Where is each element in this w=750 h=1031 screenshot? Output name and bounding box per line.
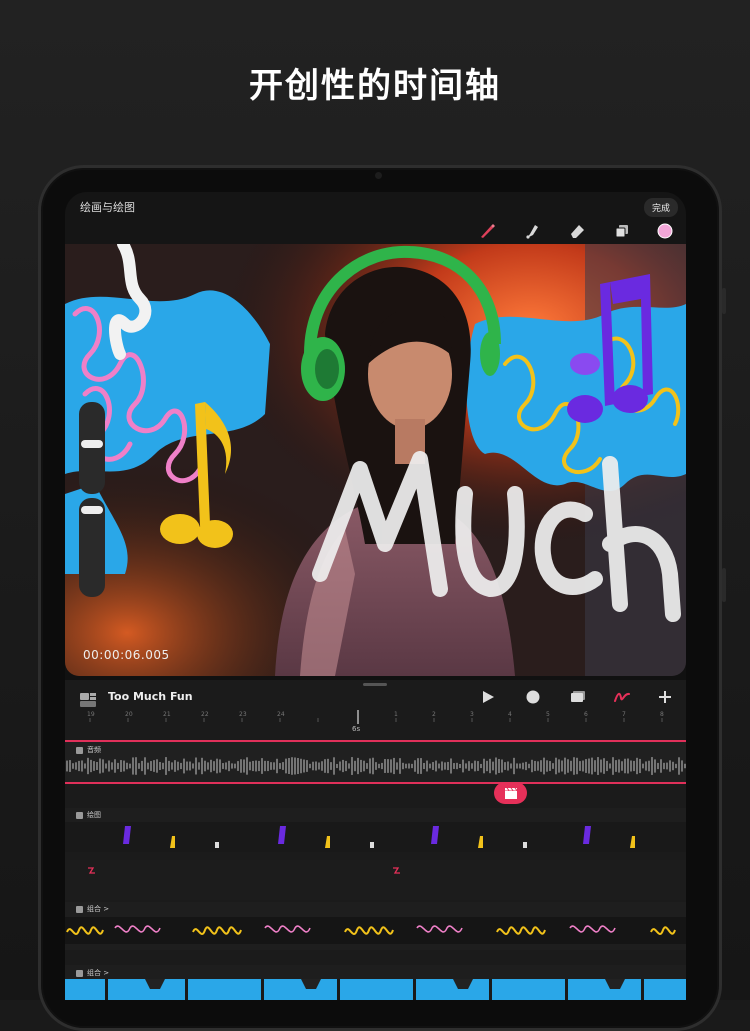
keyframe-track[interactable] <box>65 860 686 900</box>
video-canvas[interactable] <box>65 244 686 676</box>
group-2-label: 组合 > <box>87 969 110 977</box>
group-1-label: 组合 > <box>87 905 110 913</box>
ruler-label: 2 <box>432 711 436 718</box>
drawing-thumbnails <box>65 822 686 852</box>
opacity-slider-knob[interactable] <box>81 506 103 514</box>
volume-button <box>722 288 726 314</box>
group-2-thumbnails <box>65 979 686 1000</box>
ruler-label: 23 <box>239 711 247 718</box>
front-camera <box>375 172 382 179</box>
layers-icon[interactable] <box>613 222 631 240</box>
app-screen: 绘画与绘图 完成 00:00:06.005 Too Much Fun 19 20… <box>65 192 686 1000</box>
ruler-label: 21 <box>163 711 171 718</box>
audio-track-checkbox[interactable] <box>76 747 83 754</box>
smudge-icon[interactable] <box>523 222 541 240</box>
ruler-label: 22 <box>201 711 209 718</box>
volume-button <box>722 568 726 602</box>
ruler-label: 7 <box>622 711 626 718</box>
drawing-track[interactable] <box>65 808 686 852</box>
ruler-label: 3 <box>470 711 474 718</box>
audio-track-border-bottom <box>65 782 686 784</box>
keyframe-markers <box>88 867 400 874</box>
audio-track-label: 音频 <box>87 746 101 754</box>
clips-icon[interactable] <box>569 688 587 706</box>
audio-waveform <box>66 757 686 775</box>
time-ruler[interactable] <box>65 708 686 738</box>
audio-track[interactable] <box>65 742 686 782</box>
project-title: Too Much Fun <box>108 690 193 703</box>
ruler-label: 19 <box>87 711 95 718</box>
add-icon[interactable] <box>656 688 674 706</box>
playhead-time: 6s <box>352 725 361 733</box>
group-track-2[interactable] <box>65 965 686 1000</box>
ruler-label: 4 <box>508 711 512 718</box>
ruler-label: 20 <box>125 711 133 718</box>
draw-icon[interactable] <box>613 688 631 706</box>
drawing-track-checkbox[interactable] <box>76 812 83 819</box>
size-slider-track[interactable] <box>79 402 105 494</box>
ruler-ticks <box>89 710 663 724</box>
group-2-checkbox[interactable] <box>76 970 83 977</box>
group-1-checkbox[interactable] <box>76 906 83 913</box>
canvas-artwork <box>65 244 686 676</box>
record-icon[interactable] <box>524 688 542 706</box>
media-browser-icon[interactable] <box>80 692 96 707</box>
clapperboard-button[interactable] <box>494 782 527 804</box>
eraser-icon[interactable] <box>568 222 586 240</box>
ruler-label: 8 <box>660 711 664 718</box>
brush-size-opacity-sliders[interactable] <box>79 402 105 597</box>
drawing-track-label: 绘图 <box>87 811 101 819</box>
done-button[interactable]: 完成 <box>643 198 678 217</box>
ruler-label: 5 <box>546 711 550 718</box>
app-title: 绘画与绘图 <box>80 201 135 214</box>
brush-icon[interactable] <box>478 222 496 240</box>
group-track-1[interactable] <box>65 902 686 950</box>
size-slider-knob[interactable] <box>81 440 103 448</box>
headline: 开创性的时间轴 <box>249 66 501 106</box>
top-bar: 绘画与绘图 完成 <box>65 192 686 244</box>
color-swatch-icon[interactable] <box>656 222 674 240</box>
ruler-label: 1 <box>394 711 398 718</box>
ruler-label: 6 <box>584 711 588 718</box>
ruler-label: 24 <box>277 711 285 718</box>
play-icon[interactable] <box>479 688 497 706</box>
timecode: 00:00:06.005 <box>83 648 170 662</box>
group-1-thumbnails <box>65 917 686 944</box>
panel-grabber[interactable] <box>363 683 387 686</box>
